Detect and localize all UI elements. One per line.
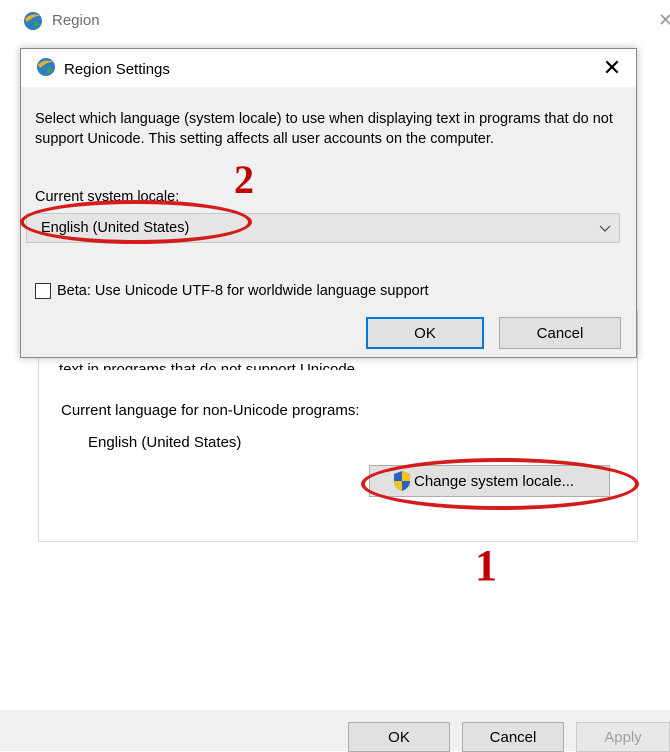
region-ok-button[interactable]: OK <box>348 722 450 752</box>
region-titlebar: Region ✕ <box>0 0 670 44</box>
dialog-titlebar: Region Settings ✕ <box>21 49 636 87</box>
non-unicode-description: text in programs that do not support Uni… <box>59 361 360 370</box>
dialog-cancel-button[interactable]: Cancel <box>499 317 621 349</box>
shield-icon <box>394 471 410 491</box>
globe-icon <box>24 12 42 30</box>
beta-utf8-checkbox[interactable] <box>35 283 51 299</box>
change-system-locale-button[interactable]: Change system locale... <box>369 465 610 497</box>
region-window-title: Region <box>52 12 100 29</box>
region-cancel-button[interactable]: Cancel <box>462 722 564 752</box>
current-language-label: Current language for non-Unicode program… <box>61 402 360 419</box>
step-marker-1: 1 <box>475 541 497 590</box>
change-system-locale-label: Change system locale... <box>414 472 575 490</box>
step-marker-2: 2 <box>234 157 254 202</box>
system-locale-dropdown[interactable]: English (United States) <box>26 213 620 243</box>
dialog-title: Region Settings <box>64 61 170 78</box>
chevron-down-icon <box>599 225 611 232</box>
system-locale-value: English (United States) <box>41 220 190 236</box>
region-close-button[interactable]: ✕ <box>658 10 670 30</box>
dialog-close-button[interactable]: ✕ <box>600 55 624 81</box>
current-language-value: English (United States) <box>88 434 242 451</box>
dialog-ok-button[interactable]: OK <box>366 317 484 349</box>
beta-utf8-row: Beta: Use Unicode UTF-8 for worldwide la… <box>35 283 429 299</box>
region-button-bar <box>0 710 670 751</box>
system-locale-label: Current system locale: <box>35 189 180 205</box>
region-settings-dialog: Region Settings ✕ Select which language … <box>20 48 637 358</box>
beta-utf8-label[interactable]: Beta: Use Unicode UTF-8 for worldwide la… <box>57 283 429 299</box>
dialog-description: Select which language (system locale) to… <box>35 111 613 147</box>
region-apply-button[interactable]: Apply <box>576 722 670 752</box>
globe-icon <box>37 58 55 76</box>
